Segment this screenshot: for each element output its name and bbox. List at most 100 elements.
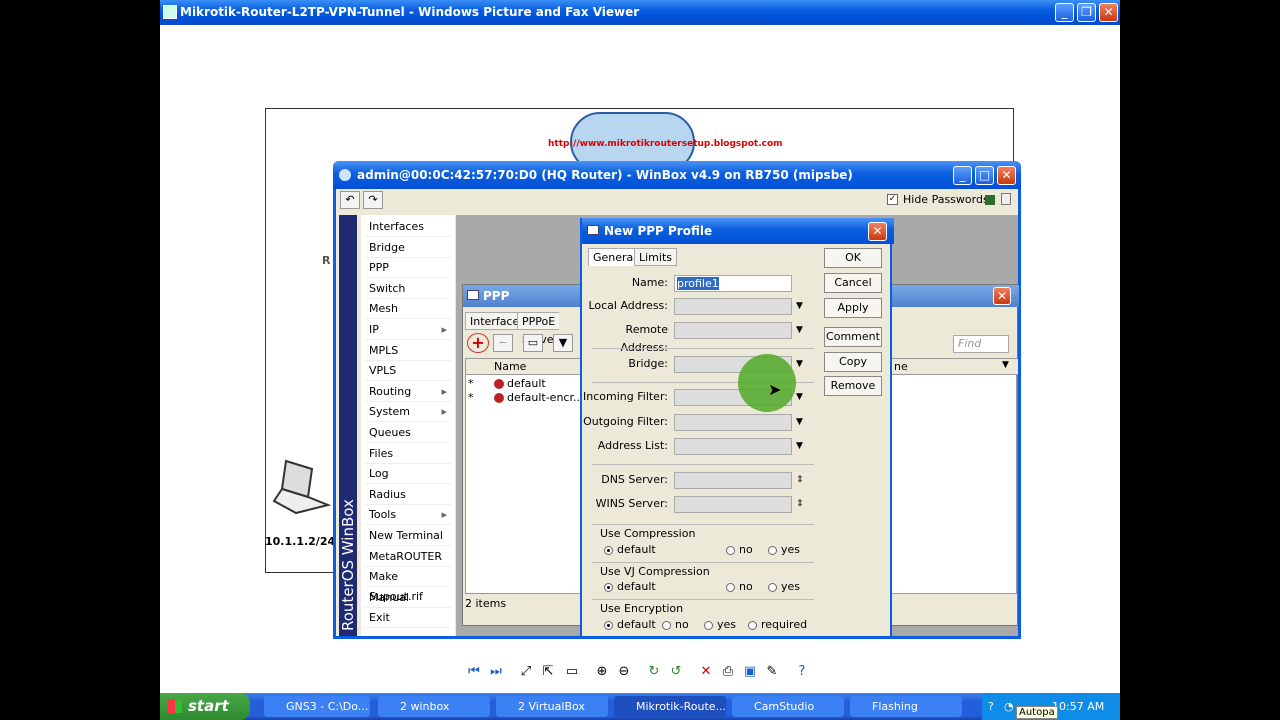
- task-virtualbox[interactable]: 2 VirtualBox: [496, 696, 608, 717]
- save-icon[interactable]: ▣: [742, 664, 758, 680]
- add-icon[interactable]: +: [467, 333, 489, 353]
- bridge-dropdown-icon[interactable]: ▼: [796, 355, 803, 373]
- menu-item-switch[interactable]: Switch: [365, 279, 451, 299]
- menu-item-mesh[interactable]: Mesh: [365, 299, 451, 320]
- vj-default-option[interactable]: default: [604, 580, 656, 593]
- menu-item-vpls[interactable]: VPLS: [365, 361, 451, 382]
- remote-address-dropdown-icon[interactable]: ▼: [796, 321, 803, 339]
- find-input[interactable]: Find: [953, 335, 1009, 353]
- outgoing-filter-field[interactable]: [674, 414, 792, 431]
- address-list-dropdown-icon[interactable]: ▼: [796, 437, 803, 455]
- winbox-maximize-button[interactable]: □: [975, 166, 994, 185]
- help-icon[interactable]: ?: [794, 664, 810, 680]
- outgoing-filter-dropdown-icon[interactable]: ▼: [796, 413, 803, 431]
- best-fit-icon[interactable]: ⤢: [518, 664, 534, 680]
- menu-item-log[interactable]: Log: [365, 464, 451, 485]
- menu-item-new-terminal[interactable]: New Terminal: [365, 526, 451, 546]
- dialog-close-button[interactable]: ✕: [868, 222, 887, 241]
- comment-button[interactable]: Comment: [824, 327, 882, 347]
- task-picture-viewer[interactable]: Mikrotik-Route...: [614, 696, 726, 717]
- restore-button[interactable]: ❐: [1077, 3, 1096, 22]
- column-right[interactable]: ne: [894, 360, 908, 373]
- address-list-field[interactable]: [674, 438, 792, 455]
- actual-size-icon[interactable]: ⇱: [540, 664, 556, 680]
- menu-item-ppp[interactable]: PPP: [365, 258, 451, 279]
- local-address-dropdown-icon[interactable]: ▼: [796, 297, 803, 315]
- tab-pppoe-servers[interactable]: PPPoE Serve: [517, 312, 560, 346]
- tab-interface[interactable]: Interface: [465, 312, 525, 330]
- dns-server-field[interactable]: [674, 472, 792, 489]
- vj-yes-option[interactable]: yes: [768, 580, 800, 593]
- menu-item-files[interactable]: Files: [365, 444, 451, 464]
- menu-item-routing[interactable]: Routing ▸: [365, 382, 451, 402]
- menu-item-mpls[interactable]: MPLS: [365, 341, 451, 361]
- tab-limits[interactable]: Limits: [634, 248, 677, 266]
- ok-button[interactable]: OK: [824, 248, 882, 268]
- ppp-close-button[interactable]: ✕: [993, 287, 1011, 305]
- wins-spinner-icon[interactable]: ⇕: [796, 495, 804, 513]
- edit-icon[interactable]: ✎: [764, 664, 780, 680]
- menu-item-system[interactable]: System ▸: [365, 402, 451, 423]
- column-menu-icon[interactable]: ▼: [1002, 360, 1009, 370]
- compression-no-option[interactable]: no: [726, 543, 753, 556]
- menu-item-queues[interactable]: Queues: [365, 423, 451, 443]
- close-button[interactable]: ✕: [1099, 3, 1118, 22]
- slideshow-icon[interactable]: ▭: [564, 664, 580, 680]
- encryption-no-option[interactable]: no: [662, 618, 689, 631]
- encryption-yes-option[interactable]: yes: [704, 618, 736, 631]
- remote-address-field[interactable]: [674, 322, 792, 339]
- remove-icon[interactable]: −: [493, 334, 513, 352]
- name-field[interactable]: profile1: [674, 275, 792, 292]
- remove-button[interactable]: Remove: [824, 376, 882, 396]
- clock[interactable]: 10:57 AM: [1052, 693, 1104, 720]
- redo-button[interactable]: ↷: [363, 191, 383, 209]
- rotate-counterclockwise-icon[interactable]: ↺: [668, 664, 684, 680]
- task-winbox[interactable]: 2 winbox: [378, 696, 490, 717]
- menu-item-tools[interactable]: Tools ▸: [365, 505, 451, 526]
- menu-item-bridge[interactable]: Bridge: [365, 238, 451, 258]
- winbox-close-button[interactable]: ✕: [997, 166, 1016, 185]
- copy-button[interactable]: Copy: [824, 352, 882, 372]
- column-name[interactable]: Name: [494, 360, 526, 373]
- cancel-button[interactable]: Cancel: [824, 273, 882, 293]
- comment-icon[interactable]: ▭: [523, 334, 543, 352]
- apply-button[interactable]: Apply: [824, 298, 882, 318]
- next-image-icon[interactable]: ⏭: [488, 664, 504, 680]
- menu-item-metarouter[interactable]: MetaROUTER: [365, 547, 451, 567]
- list-item[interactable]: * default-encr...: [466, 391, 586, 405]
- start-button[interactable]: start: [160, 693, 250, 720]
- undo-button[interactable]: ↶: [340, 191, 360, 209]
- menu-item-radius[interactable]: Radius: [365, 485, 451, 505]
- local-address-field[interactable]: [674, 298, 792, 315]
- vj-no-option[interactable]: no: [726, 580, 753, 593]
- menu-item-manual[interactable]: Manual: [365, 588, 451, 608]
- task-flashing[interactable]: Flashing: [850, 696, 962, 717]
- task-camstudio[interactable]: CamStudio: [732, 696, 844, 717]
- menu-item-ip[interactable]: IP ▸: [365, 320, 451, 340]
- task-gns3[interactable]: GNS3 - C:\Do...: [264, 696, 370, 717]
- encryption-default-option[interactable]: default: [604, 618, 656, 631]
- volume-tray-icon[interactable]: ◔: [1004, 693, 1014, 720]
- menu-item-make-supout-rif[interactable]: Make Supout.rif: [365, 567, 451, 603]
- help-tray-icon[interactable]: ?: [988, 693, 994, 720]
- print-icon[interactable]: ⎙: [720, 664, 736, 680]
- rotate-clockwise-icon[interactable]: ↻: [646, 664, 662, 680]
- menu-item-interfaces[interactable]: Interfaces: [365, 217, 451, 237]
- incoming-filter-dropdown-icon[interactable]: ▼: [796, 388, 803, 406]
- previous-image-icon[interactable]: ⏮: [466, 664, 482, 680]
- dns-spinner-icon[interactable]: ⇕: [796, 471, 804, 489]
- zoom-out-icon[interactable]: ⊖: [616, 664, 632, 680]
- winbox-minimize-button[interactable]: _: [953, 166, 972, 185]
- wins-server-field[interactable]: [674, 496, 792, 513]
- menu-item-exit[interactable]: Exit: [365, 608, 451, 629]
- delete-icon[interactable]: ✕: [698, 664, 714, 680]
- picture-viewer-window: Mikrotik-Router-L2TP-VPN-Tunnel - Window…: [160, 0, 1120, 720]
- encryption-required-option[interactable]: required: [748, 618, 807, 631]
- zoom-in-icon[interactable]: ⊕: [594, 664, 610, 680]
- hide-passwords-checkbox[interactable]: ✓: [887, 194, 898, 205]
- compression-yes-option[interactable]: yes: [768, 543, 800, 556]
- minimize-button[interactable]: _: [1055, 3, 1074, 22]
- list-item[interactable]: * default: [466, 377, 586, 391]
- filter-icon[interactable]: ▼: [553, 334, 573, 352]
- compression-default-option[interactable]: default: [604, 543, 656, 556]
